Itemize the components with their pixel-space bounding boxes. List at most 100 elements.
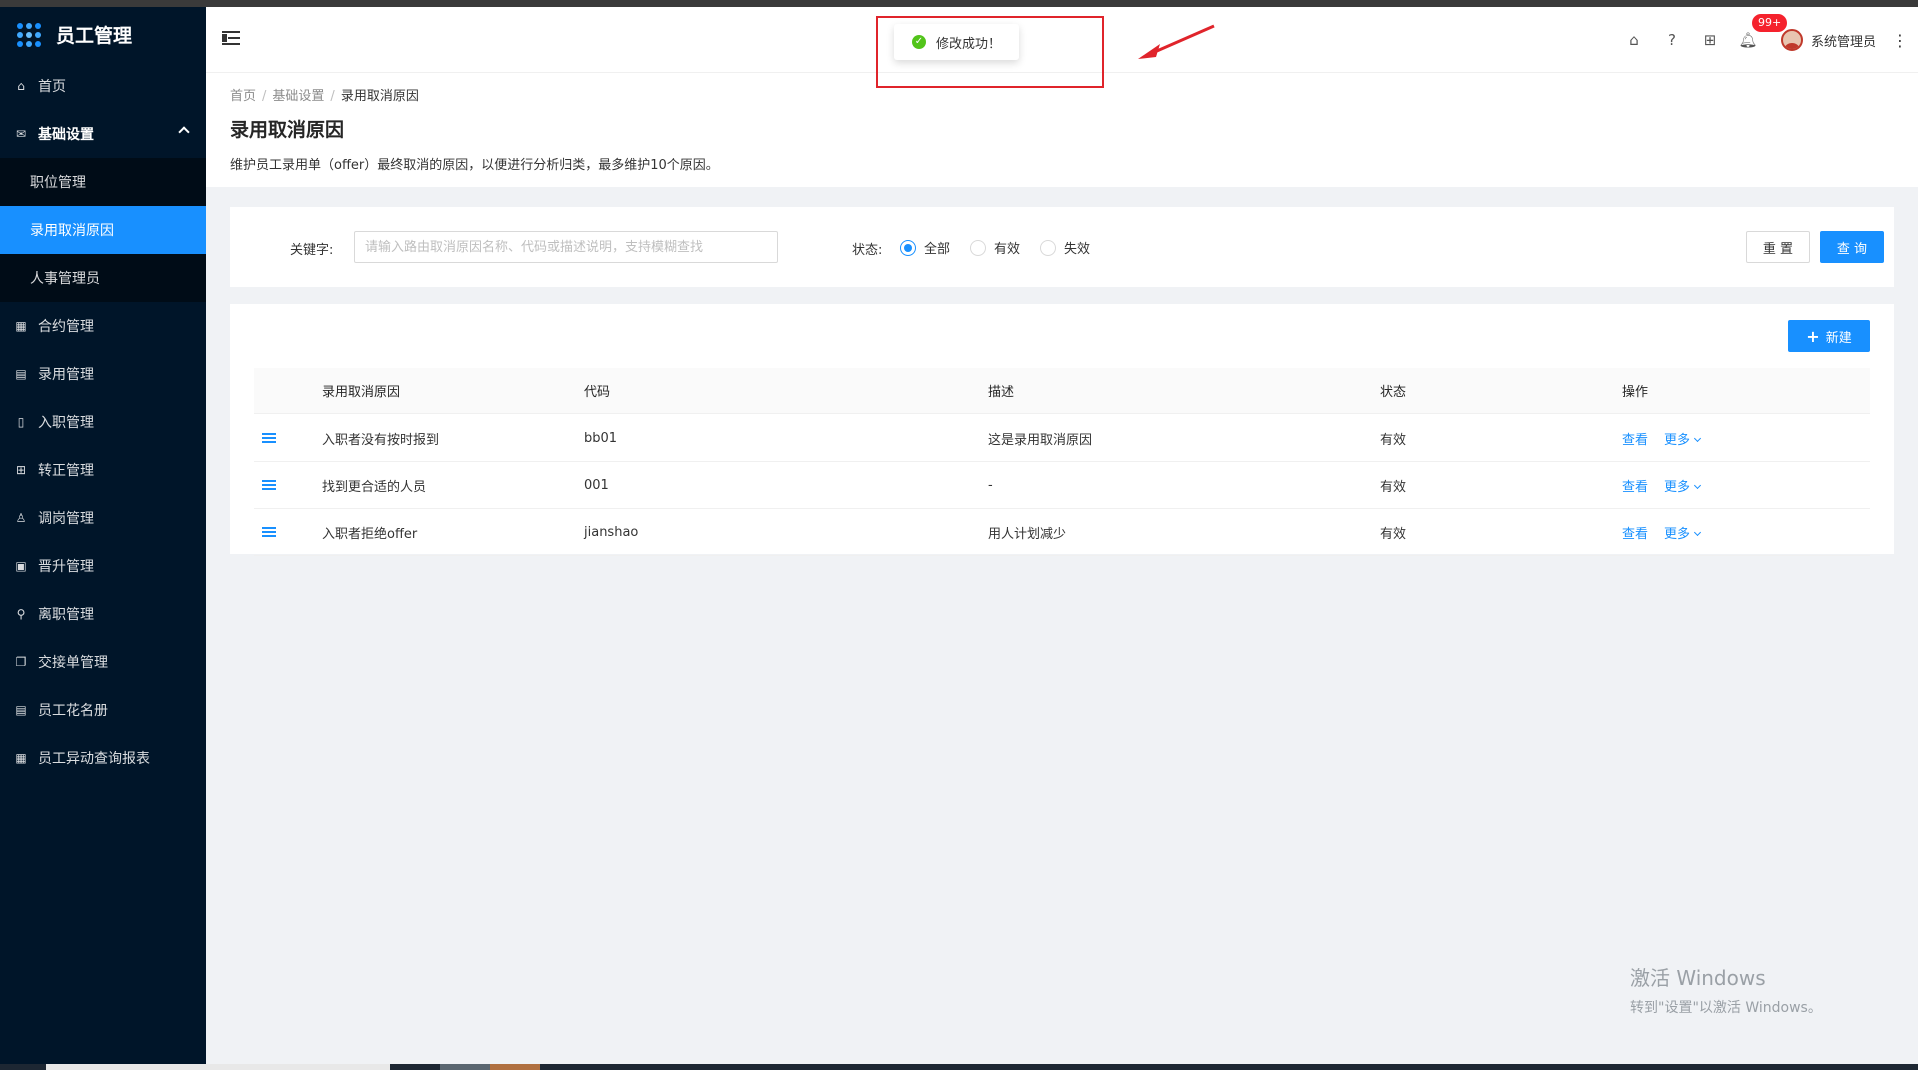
filter-card: 关键字: 状态: 全部 有效 失效 重 置 查 询 [230, 207, 1894, 287]
username[interactable]: 系统管理员 [1811, 31, 1876, 50]
notification-badge: 99+ [1750, 13, 1789, 33]
new-button[interactable]: + 新建 [1788, 320, 1870, 352]
radio-unchecked-icon [1040, 239, 1057, 256]
sidebar-item-label: 调岗管理 [38, 511, 94, 527]
breadcrumb: 首页 / 基础设置 / 录用取消原因 [230, 89, 419, 104]
breadcrumb-home[interactable]: 首页 [230, 89, 256, 104]
sidebar-item-promotions[interactable]: ▣ 晋升管理 [0, 542, 206, 590]
query-button[interactable]: 查 询 [1820, 231, 1884, 263]
drag-handle-icon[interactable] [262, 462, 276, 508]
new-button-label: 新建 [1825, 330, 1852, 346]
sidebar-item-offer-cancel-reasons[interactable]: 录用取消原因 [0, 206, 206, 254]
sidebar-item-label: 员工花名册 [38, 703, 108, 719]
cell-actions: 查看 更多 [1622, 415, 1702, 461]
radio-label: 失效 [1064, 242, 1091, 257]
view-link[interactable]: 查看 [1622, 476, 1648, 495]
sidebar-item-label: 基础设置 [38, 127, 94, 143]
sidebar-item-hiring[interactable]: ▤ 录用管理 [0, 350, 206, 398]
sidebar-item-transfers[interactable]: ♙ 调岗管理 [0, 494, 206, 542]
top-strip [0, 0, 1918, 7]
grid-icon[interactable]: ⊞ [1691, 31, 1729, 49]
user-icon: ♙ [15, 511, 27, 525]
more-vertical-icon[interactable]: ⋮ [1890, 31, 1910, 50]
sidebar-item-label: 交接单管理 [38, 655, 108, 671]
view-link[interactable]: 查看 [1622, 429, 1648, 448]
sidebar-item-hr-admins[interactable]: 人事管理员 [0, 254, 206, 302]
cell-description: - [988, 477, 993, 493]
column-header-code: 代码 [584, 385, 611, 400]
home-icon: ⌂ [17, 79, 25, 93]
keyword-input[interactable] [354, 231, 778, 263]
cell-reason: 入职者没有按时报到 [322, 432, 440, 448]
column-header-reason: 录用取消原因 [322, 385, 401, 400]
file-icon: ▣ [15, 559, 27, 573]
book-icon: ▯ [17, 415, 25, 429]
drag-handle-icon[interactable] [262, 415, 276, 461]
sidebar-item-onboarding[interactable]: ▯ 入职管理 [0, 398, 206, 446]
table-header: 录用取消原因 代码 描述 状态 操作 [254, 368, 1870, 414]
annotation-box [876, 16, 1104, 88]
column-header-status: 状态 [1380, 385, 1407, 400]
sidebar-item-regularization[interactable]: ⊞ 转正管理 [0, 446, 206, 494]
mail-icon: ✉ [15, 127, 27, 141]
status-radio-all[interactable]: 全部 [900, 238, 950, 257]
table-card: + 新建 录用取消原因 代码 描述 状态 操作 入职者没有按时报到 bb01 这… [230, 304, 1894, 556]
sidebar-item-resignations[interactable]: ⚲ 离职管理 [0, 590, 206, 638]
more-dropdown[interactable]: 更多 [1664, 523, 1702, 542]
table-row: 入职者没有按时报到 bb01 这是录用取消原因 有效 查看 更多 [254, 415, 1870, 462]
taskbar-segment [440, 1064, 490, 1070]
status-radio-invalid[interactable]: 失效 [1040, 238, 1090, 257]
app-title: 员工管理 [56, 25, 133, 47]
sidebar-item-handover[interactable]: ❐ 交接单管理 [0, 638, 206, 686]
drag-handle-icon[interactable] [262, 509, 276, 555]
sidebar-item-roster[interactable]: ▤ 员工花名册 [0, 686, 206, 734]
sidebar-item-label: 首页 [38, 79, 66, 95]
sidebar-item-basic-settings[interactable]: ✉ 基础设置 [0, 110, 206, 158]
more-dropdown[interactable]: 更多 [1664, 429, 1702, 448]
breadcrumb-basic-settings[interactable]: 基础设置 [272, 89, 324, 104]
sidebar-item-positions[interactable]: 职位管理 [0, 158, 206, 206]
avatar[interactable] [1780, 29, 1803, 51]
app-logo[interactable]: 员工管理 [0, 7, 206, 62]
more-label: 更多 [1664, 526, 1691, 542]
sidebar-item-contracts[interactable]: ▦ 合约管理 [0, 302, 206, 350]
question-icon[interactable]: ? [1653, 31, 1691, 49]
plus-icon: + [1806, 326, 1820, 346]
sidebar-item-home[interactable]: ⌂ 首页 [0, 62, 206, 110]
sidebar-submenu: 职位管理 录用取消原因 人事管理员 [0, 158, 206, 302]
profile-icon: ▤ [15, 367, 27, 381]
windows-activation-watermark: 激活 Windows 转到"设置"以激活 Windows。 [1630, 962, 1822, 1017]
sidebar-item-label: 合约管理 [38, 319, 94, 335]
watermark-title: 激活 Windows [1630, 966, 1766, 990]
sidebar-item-label: 转正管理 [38, 463, 94, 479]
cell-status: 有效 [1380, 479, 1407, 495]
bell-icon[interactable]: 🔔︎ 99+ [1729, 13, 1789, 49]
table-row: 入职者拒绝offer jianshao 用人计划减少 有效 查看 更多 [254, 509, 1870, 556]
more-dropdown[interactable]: 更多 [1664, 476, 1702, 495]
reset-button[interactable]: 重 置 [1746, 231, 1810, 263]
taskbar [0, 1064, 1918, 1070]
radio-checked-icon [900, 239, 916, 256]
status-radio-valid[interactable]: 有效 [970, 238, 1020, 257]
report-icon: ▦ [15, 751, 27, 765]
view-link[interactable]: 查看 [1622, 523, 1648, 542]
sidebar-item-label: 入职管理 [38, 415, 94, 431]
more-label: 更多 [1664, 432, 1691, 448]
cell-code: 001 [584, 477, 609, 493]
chevron-down-icon [1693, 528, 1702, 536]
radio-label: 全部 [924, 242, 951, 257]
annotation-arrow-icon [1138, 24, 1215, 59]
cell-actions: 查看 更多 [1622, 462, 1702, 508]
cell-code: jianshao [584, 524, 639, 540]
header-actions: ⌂ ? ⊞ 🔔︎ 99+ 系统管理员 ⋮ [1615, 7, 1918, 73]
page-header: 首页 / 基础设置 / 录用取消原因 录用取消原因 维护员工录用单（offer）最终取消… [206, 73, 1918, 187]
menu-fold-icon[interactable] [222, 31, 240, 47]
taskbar-segment [46, 1064, 390, 1070]
copy-icon: ❐ [15, 655, 27, 669]
sidebar: 员工管理 ⌂ 首页 ✉ 基础设置 职位管理 录用取消原因 人事管理员 ▦ 合约管… [0, 7, 206, 1064]
sidebar-item-change-report[interactable]: ▦ 员工异动查询报表 [0, 734, 206, 782]
home-icon[interactable]: ⌂ [1615, 31, 1653, 49]
calendar-icon: ▦ [15, 319, 27, 333]
cell-reason: 入职者拒绝offer [322, 526, 418, 542]
column-header-actions: 操作 [1622, 385, 1649, 400]
